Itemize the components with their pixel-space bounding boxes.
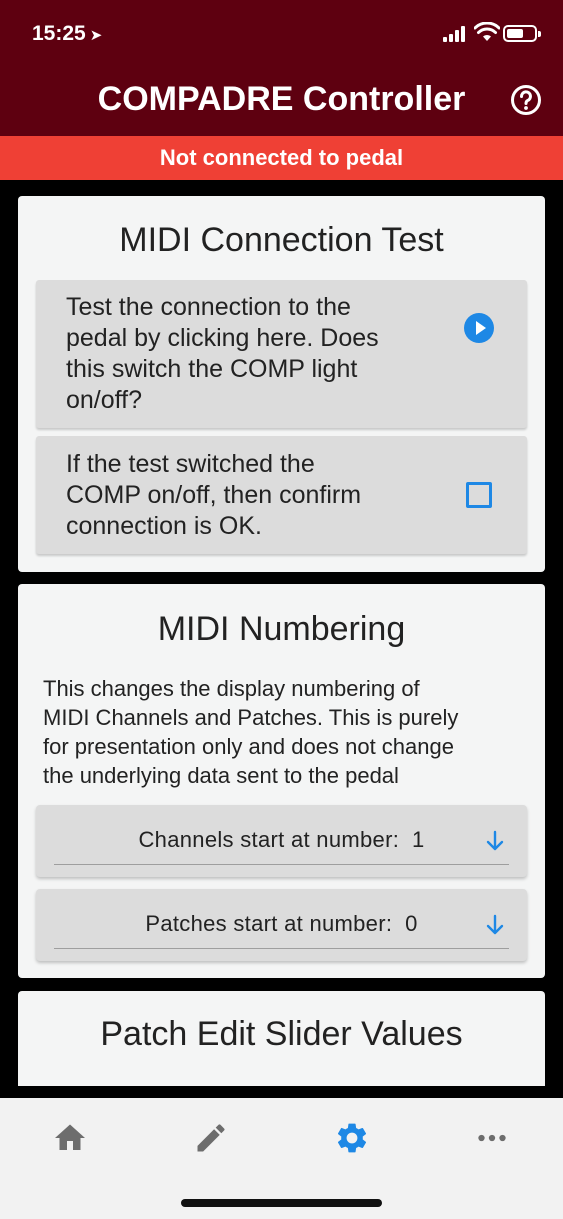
play-circle-icon[interactable] [464, 313, 494, 343]
arrow-down-icon [486, 914, 504, 935]
midi-numbering-card: MIDI Numbering This changes the display … [18, 584, 545, 978]
battery-icon [503, 25, 541, 42]
pencil-icon[interactable] [193, 1120, 229, 1156]
home-icon[interactable] [52, 1120, 88, 1156]
patch-edit-slider-values-card: Patch Edit Slider Values [18, 991, 545, 1086]
channels-start-label: Channels start at number: 1 [138, 827, 425, 852]
card-title: Patch Edit Slider Values [100, 1015, 463, 1053]
patches-start-label: Patches start at number: 0 [145, 911, 418, 936]
test-connection-row[interactable]: Test the connection to the pedal by clic… [36, 280, 527, 428]
patches-start-value: 0 [405, 911, 418, 936]
more-horizontal-icon[interactable] [474, 1120, 510, 1156]
dropdown-underline [54, 948, 509, 949]
card-title: MIDI Connection Test [119, 221, 444, 259]
cellular-signal-icon [443, 26, 467, 42]
confirm-connection-text: If the test switched the COMP on/off, th… [66, 450, 362, 540]
app-header: 15:25 ➤ COMPADRE Controller [0, 0, 563, 136]
patches-start-dropdown[interactable]: Patches start at number: 0 [36, 889, 527, 961]
channels-start-value: 1 [411, 827, 425, 852]
dropdown-underline [54, 864, 509, 865]
midi-connection-test-card: MIDI Connection Test Test the connection… [18, 196, 545, 572]
settings-scroll-area[interactable]: MIDI Connection Test Test the connection… [0, 180, 563, 1086]
confirm-connection-row[interactable]: If the test switched the COMP on/off, th… [36, 436, 527, 554]
app-title: COMPADRE Controller [97, 80, 466, 118]
help-circle-icon[interactable] [510, 84, 542, 116]
wifi-icon [474, 22, 500, 41]
status-time: 15:25 ➤ [32, 22, 102, 46]
location-arrow-icon: ➤ [89, 27, 103, 44]
status-time-text: 15:25 [32, 22, 86, 45]
settings-gear-icon[interactable] [334, 1120, 370, 1156]
midi-numbering-description: This changes the display numbering of MI… [43, 676, 459, 788]
channels-start-dropdown[interactable]: Channels start at number: 1 [36, 805, 527, 877]
arrow-down-icon [486, 830, 504, 851]
home-indicator [181, 1199, 382, 1207]
test-connection-text: Test the connection to the pedal by clic… [66, 293, 379, 414]
connection-status-banner: Not connected to pedal [0, 136, 563, 180]
card-title: MIDI Numbering [157, 610, 406, 648]
confirm-checkbox[interactable] [466, 482, 492, 508]
